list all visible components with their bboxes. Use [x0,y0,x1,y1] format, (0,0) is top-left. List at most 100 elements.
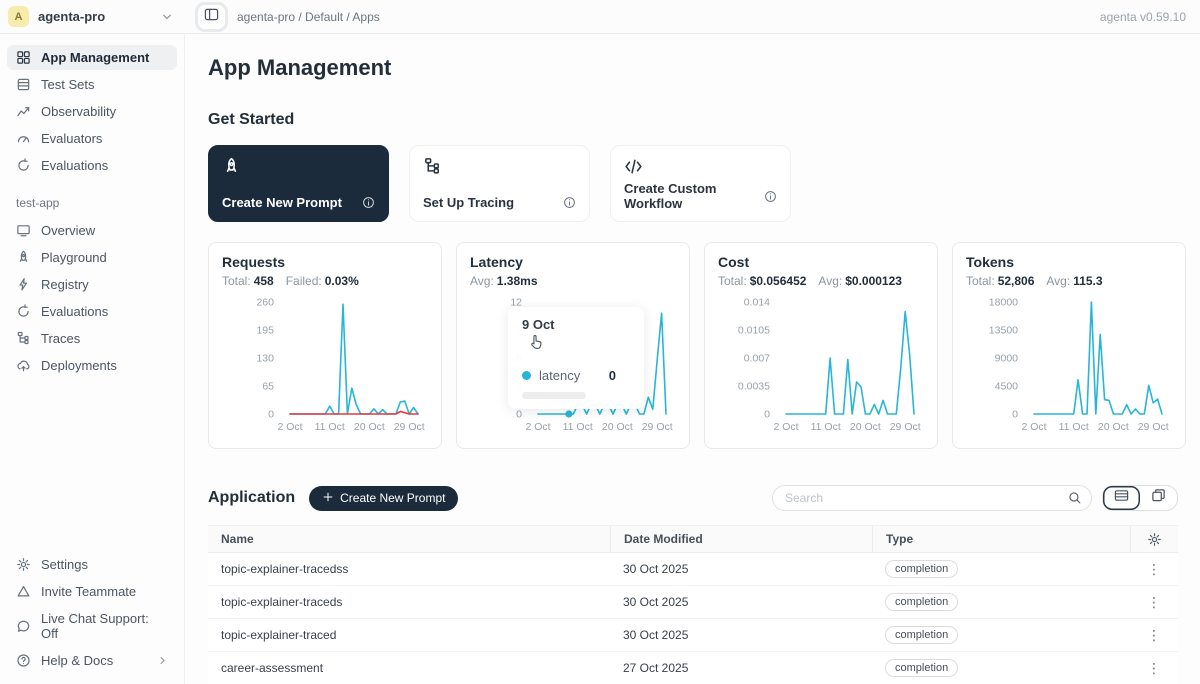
type-badge: completion [885,626,958,644]
sidebar-item-traces[interactable]: Traces [7,326,177,351]
metrics-charts-row: RequestsTotal:458Failed:0.03%26019513065… [208,242,1178,449]
sidebar-item-label: Evaluations [41,158,108,173]
sidebar-item-label: Registry [41,277,89,292]
table-row-career-assessment[interactable]: career-assessment27 Oct 2025completion⋮ [208,652,1178,684]
sidebar-item-label: Settings [41,557,88,572]
info-icon [362,196,375,209]
svg-text:260: 260 [256,297,274,309]
app-name: career-assessment [208,661,610,675]
sidebar-item-app-management[interactable]: App Management [7,45,177,70]
sidebar-item-evaluations[interactable]: Evaluations [7,299,177,324]
chart-tooltip: 9 Oct latency 0 [508,307,644,409]
table-view-button[interactable] [1103,486,1140,510]
sidebar-item-deployments[interactable]: Deployments [7,353,177,378]
svg-text:130: 130 [256,353,274,365]
create-new-prompt-label: Create New Prompt [340,491,445,505]
chart-card-requests: RequestsTotal:458Failed:0.03%26019513065… [208,242,442,449]
tooltip-date: 9 Oct [522,317,630,332]
card-view-icon [1151,488,1166,508]
svg-text:0.014: 0.014 [744,297,770,309]
table-row-topic-explainer-tracedss[interactable]: topic-explainer-tracedss30 Oct 2025compl… [208,553,1178,586]
applications-table: NameDate ModifiedType topic-explainer-tr… [208,525,1178,684]
tooltip-skeleton-bar [522,392,586,399]
svg-text:9000: 9000 [995,353,1019,365]
get-started-cards: Create New Prompt Set Up Tracing Create Cu… [208,145,1178,222]
sidebar-item-invite-teammate[interactable]: Invite Teammate [7,579,177,604]
row-menu-button[interactable]: ⋮ [1141,626,1167,644]
svg-text:20 Oct: 20 Oct [850,421,881,433]
table-row-topic-explainer-traceds[interactable]: topic-explainer-traceds30 Oct 2025comple… [208,586,1178,619]
sidebar-item-registry[interactable]: Registry [7,272,177,297]
app-name: topic-explainer-traced [208,628,610,642]
get-started-card-set-up-tracing[interactable]: Set Up Tracing [409,145,590,222]
sidebar-item-label: Test Sets [41,77,94,92]
card-label: Create Custom Workflow [624,181,764,211]
workspace-selector[interactable]: A agenta-pro [0,6,185,27]
breadcrumb: agenta-pro / Default / Apps [237,10,380,24]
rocket-icon [222,157,375,181]
chat-icon [16,619,31,634]
app-name: topic-explainer-traceds [208,595,610,609]
chart-card-tokens: TokensTotal:52,806Avg:115.31800013500900… [952,242,1186,449]
info-icon[interactable] [362,196,375,209]
row-menu-button[interactable]: ⋮ [1141,593,1167,611]
sidebar-item-overview[interactable]: Overview [7,218,177,243]
series-dot [522,371,531,380]
row-menu-button[interactable]: ⋮ [1141,659,1167,677]
chart-title: Requests [222,254,428,270]
get-started-title: Get Started [208,111,1178,129]
get-started-card-create-custom-workflow[interactable]: Create Custom Workflow [610,145,791,222]
sidebar-item-evaluations[interactable]: Evaluations [7,153,177,178]
info-icon[interactable] [563,196,576,209]
sidebar-item-observability[interactable]: Observability [7,99,177,124]
sidebar-item-help-docs[interactable]: Help & Docs [7,648,177,673]
chevron-down-icon [161,11,173,23]
sidebar-item-live-chat-support-off[interactable]: Live Chat Support: Off [7,606,177,646]
get-started-card-create-new-prompt[interactable]: Create New Prompt [208,145,389,222]
gear-icon [16,557,31,572]
search-icon[interactable] [1068,491,1082,505]
chart-title: Latency [470,254,676,270]
code-icon [624,157,777,181]
search-input[interactable] [772,485,1092,511]
sidebar-toggle-button[interactable] [198,5,225,29]
svg-text:65: 65 [262,381,274,393]
sidebar-item-settings[interactable]: Settings [7,552,177,577]
sidebar-item-playground[interactable]: Playground [7,245,177,270]
rocket-icon [16,250,31,265]
sidebar-item-label: Observability [41,104,116,119]
tooltip-value: 0 [609,368,630,383]
svg-text:29 Oct: 29 Oct [642,421,673,433]
plus-icon [322,491,334,503]
chevron-right-icon [157,655,168,666]
tree-icon [423,157,442,176]
svg-text:0: 0 [516,409,522,421]
app-name: topic-explainer-tracedss [208,562,610,576]
info-icon [563,196,576,209]
row-menu-button[interactable]: ⋮ [1141,560,1167,578]
card-view-icon [1151,488,1166,503]
sidebar-item-label: Playground [41,250,107,265]
card-view-button[interactable] [1140,486,1177,510]
table-header: NameDate ModifiedType [208,525,1178,553]
svg-text:20 Oct: 20 Oct [602,421,633,433]
table-row-topic-explainer-traced[interactable]: topic-explainer-traced30 Oct 2025complet… [208,619,1178,652]
search-box [772,485,1092,511]
sidebar-item-test-sets[interactable]: Test Sets [7,72,177,97]
create-new-prompt-button[interactable]: Create New Prompt [309,486,458,511]
svg-text:2 Oct: 2 Oct [525,421,550,433]
sidebar-item-label: Evaluations [41,304,108,319]
tree-icon [16,331,31,346]
svg-text:11 Oct: 11 Oct [563,421,593,433]
svg-text:11 Oct: 11 Oct [811,421,841,433]
svg-text:11 Oct: 11 Oct [315,421,345,433]
svg-text:2 Oct: 2 Oct [773,421,798,433]
chart-stats: Total:$0.056452Avg:$0.000123 [718,274,924,288]
grid-icon [16,50,31,65]
tooltip-series-row: latency 0 [522,368,630,383]
sidebar-item-evaluators[interactable]: Evaluators [7,126,177,151]
rocket-icon [222,157,241,176]
info-icon[interactable] [764,190,777,203]
column-settings[interactable] [1130,526,1178,552]
app-type: completion [872,593,1130,611]
